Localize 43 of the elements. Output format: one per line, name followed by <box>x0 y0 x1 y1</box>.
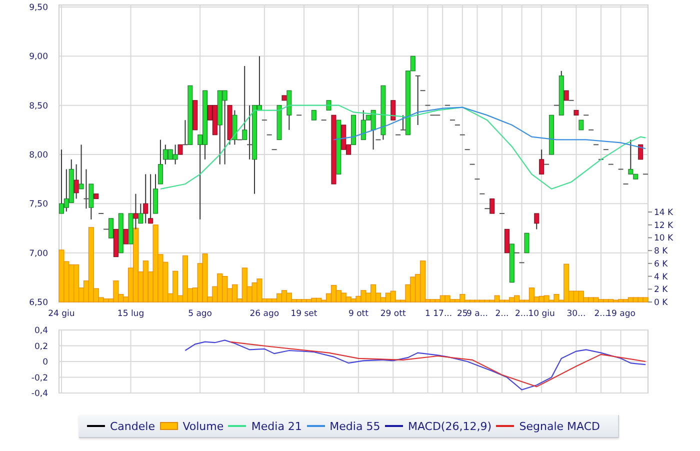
axis-label: 2... <box>594 309 608 319</box>
axis-label: 1 <box>425 309 430 319</box>
axis-label: 0 <box>42 358 48 368</box>
axis-label: 19 set <box>290 309 318 319</box>
axis-label: 10 giu <box>528 309 555 319</box>
axis-label: -0,4 <box>31 389 48 399</box>
axis-label: 2... <box>515 309 529 319</box>
axis-label: 9 a... <box>466 309 488 319</box>
axis-label: 6,50 <box>29 298 48 308</box>
legend-label: Media 21 <box>251 420 302 432</box>
axis-label: 17... <box>433 309 452 319</box>
axis-label: -0,2 <box>31 373 48 384</box>
axis-label: 30... <box>566 309 586 319</box>
axis-label: 8,00 <box>29 150 48 160</box>
axis-label: 9,50 <box>29 3 48 13</box>
legend-label: Candele <box>110 420 155 432</box>
axis-label: 19 ago <box>606 309 636 319</box>
legend-label: Media 55 <box>330 420 380 432</box>
axis-label: 7,50 <box>29 200 48 210</box>
axis-label: 0,2 <box>34 342 48 352</box>
axis-label: 15 lug <box>117 309 144 319</box>
axis-label: 14 K <box>654 208 674 218</box>
axis-label: 9 ott <box>348 309 368 319</box>
axis-label: 24 giu <box>48 309 75 319</box>
axis-label: 10 K <box>654 234 674 244</box>
axis-label: 2... <box>495 309 509 319</box>
axis-label: 2 K <box>654 285 668 296</box>
axis-label: 0 K <box>654 298 668 308</box>
axis-label: 6 K <box>654 259 668 270</box>
axis-label: 25 <box>456 309 468 319</box>
legend-label: Segnale MACD <box>519 420 600 432</box>
legend-label: Volume <box>182 420 224 432</box>
axis-label: 7,00 <box>29 248 48 259</box>
axis-label: 5 ago <box>188 309 212 319</box>
axis-label: 9,00 <box>29 52 48 62</box>
axis-label: 8 K <box>654 246 668 257</box>
axis-label: 29 ott <box>380 309 406 319</box>
axis-label: 8,50 <box>29 101 48 112</box>
axis-label: 12 K <box>654 220 674 231</box>
axis-label: 4 K <box>654 272 668 282</box>
axis-label: 26 ago <box>250 309 280 319</box>
legend-label: MACD(26,12,9) <box>408 420 492 432</box>
axis-label: 0,4 <box>34 326 48 336</box>
